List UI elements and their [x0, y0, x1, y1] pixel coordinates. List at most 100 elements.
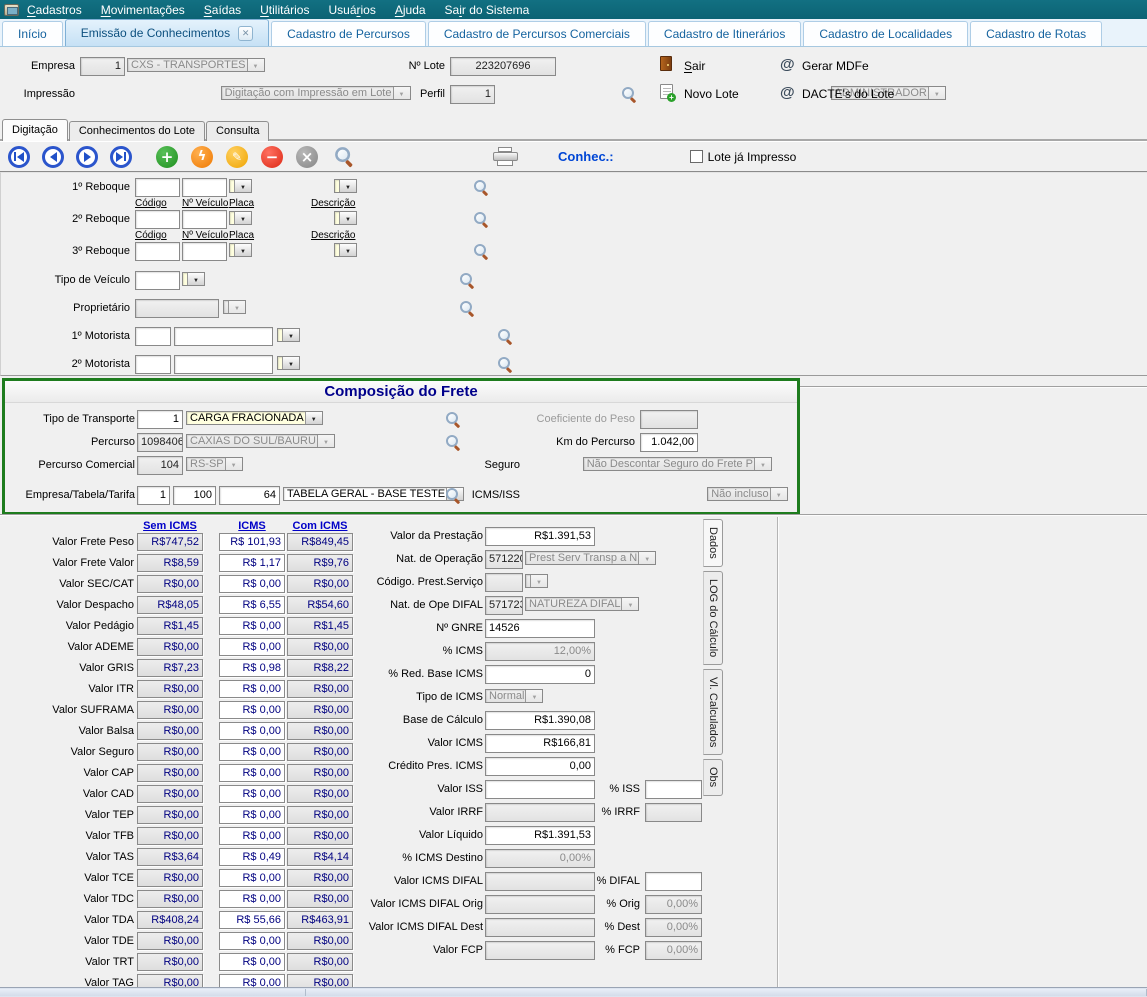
tab[interactable]: Cadastro de Rotas [970, 21, 1102, 46]
valor-icms[interactable]: R$ 0,00 [219, 890, 285, 908]
pct-value-field[interactable]: 0,00% [645, 918, 702, 937]
tabela-combo[interactable]: TABELA GERAL - BASE TESTE [283, 487, 464, 501]
valor-icms[interactable]: R$ 0,49 [219, 848, 285, 866]
menu-item[interactable]: Saídas [204, 3, 241, 17]
next-record-button[interactable] [76, 146, 98, 168]
tab[interactable]: Início [2, 21, 63, 46]
proprietario-code-input[interactable] [135, 299, 219, 318]
subtab[interactable]: Consulta [206, 121, 269, 141]
valor-icms[interactable]: R$ 101,93 [219, 533, 285, 551]
menu-item[interactable]: Movimentações [101, 3, 185, 17]
reboque-placa-combo[interactable] [229, 179, 252, 193]
valor-com-icms[interactable]: R$0,00 [287, 764, 353, 782]
menu-item[interactable]: Usuários [328, 3, 375, 17]
valor-sem-icms[interactable]: R$0,00 [137, 722, 203, 740]
menu-item[interactable]: Cadastros [27, 3, 82, 17]
valor-com-icms[interactable]: R$0,00 [287, 932, 353, 950]
valor-com-icms[interactable]: R$849,45 [287, 533, 353, 551]
pct-value-field[interactable] [645, 872, 702, 891]
tabela-search-icon[interactable] [445, 487, 462, 504]
valor-com-icms[interactable]: R$0,00 [287, 575, 353, 593]
reboque-veiculo-input[interactable] [182, 242, 227, 261]
percurso-code[interactable]: 10984068 [137, 433, 183, 452]
reboque-codigo-input[interactable] [135, 242, 180, 261]
motorista-combo[interactable] [277, 328, 300, 342]
valor-com-icms[interactable]: R$4,14 [287, 848, 353, 866]
printer-icon[interactable] [493, 147, 518, 167]
valor-com-icms[interactable]: R$0,00 [287, 680, 353, 698]
valor-icms[interactable]: R$ 0,00 [219, 743, 285, 761]
menu-item[interactable]: Ajuda [395, 3, 426, 17]
tipo-veiculo-search-icon[interactable] [459, 272, 476, 289]
valor-icms[interactable]: R$ 1,17 [219, 554, 285, 572]
valor-sem-icms[interactable]: R$8,59 [137, 554, 203, 572]
subtab[interactable]: Digitação [2, 119, 68, 141]
pct-value-field[interactable]: 0,00% [645, 895, 702, 914]
reboque-search-icon[interactable] [473, 179, 490, 196]
valor-icms[interactable]: R$ 0,00 [219, 932, 285, 950]
reboque-descricao-combo[interactable] [334, 179, 357, 193]
valor-icms[interactable]: R$ 0,00 [219, 827, 285, 845]
reboque-codigo-input[interactable] [135, 178, 180, 197]
delete-record-button[interactable]: − [261, 146, 283, 168]
valor-com-icms[interactable]: R$0,00 [287, 890, 353, 908]
valor-sem-icms[interactable]: R$0,00 [137, 785, 203, 803]
detail-value-field[interactable]: 0,00 [485, 757, 595, 776]
valor-icms[interactable]: R$ 0,00 [219, 785, 285, 803]
dacte-at-icon[interactable]: @ [780, 84, 795, 101]
empresa-combo[interactable]: CXS - TRANSPORTES [127, 58, 265, 72]
last-record-button[interactable] [110, 146, 132, 168]
detail-value-field[interactable]: NATUREZA DIFAL [525, 597, 639, 611]
reboque-search-icon[interactable] [473, 211, 490, 228]
valor-sem-icms[interactable]: R$3,64 [137, 848, 203, 866]
valor-com-icms[interactable]: R$1,45 [287, 617, 353, 635]
proprietario-combo[interactable] [223, 300, 246, 314]
motorista-doc-input[interactable] [174, 327, 273, 346]
detail-value-field[interactable]: 0,00% [485, 849, 595, 868]
pct-value-field[interactable] [645, 803, 702, 822]
motorista-code-input[interactable] [135, 327, 171, 346]
km-field[interactable]: 1.042,00 [640, 433, 698, 452]
tipo-transporte-combo[interactable]: CARGA FRACIONADA [186, 411, 323, 425]
reboque-descricao-combo[interactable] [334, 211, 357, 225]
valor-icms[interactable]: R$ 0,00 [219, 701, 285, 719]
valor-com-icms[interactable]: R$0,00 [287, 806, 353, 824]
coeficiente-field[interactable] [640, 410, 698, 429]
tipo-transporte-search-icon[interactable] [445, 411, 462, 428]
valor-com-icms[interactable]: R$0,00 [287, 785, 353, 803]
empresa-code-field[interactable]: 1 [80, 57, 125, 76]
side-tab[interactable]: Obs [703, 759, 723, 795]
perfil-search-icon[interactable] [621, 86, 638, 103]
detail-value-field[interactable]: 0 [485, 665, 595, 684]
valor-sem-icms[interactable]: R$48,05 [137, 596, 203, 614]
detail-value-field[interactable]: R$1.391,53 [485, 527, 595, 546]
icms-iss-combo[interactable]: Não incluso [707, 487, 787, 501]
reboque-search-icon[interactable] [473, 243, 490, 260]
valor-icms[interactable]: R$ 0,00 [219, 764, 285, 782]
exit-door-icon[interactable] [660, 56, 672, 71]
pct-value-field[interactable]: 0,00% [645, 941, 702, 960]
detail-code-field[interactable] [485, 573, 523, 592]
valor-sem-icms[interactable]: R$0,00 [137, 890, 203, 908]
motorista-search-icon[interactable] [497, 328, 514, 345]
valor-sem-icms[interactable]: R$0,00 [137, 680, 203, 698]
valor-sem-icms[interactable]: R$0,00 [137, 953, 203, 971]
valor-icms[interactable]: R$ 0,98 [219, 659, 285, 677]
proprietario-search-icon[interactable] [459, 300, 476, 317]
valor-sem-icms[interactable]: R$408,24 [137, 911, 203, 929]
valor-com-icms[interactable]: R$0,00 [287, 953, 353, 971]
lightning-button[interactable]: ϟ [191, 146, 213, 168]
percurso-comercial-combo[interactable]: RS-SP [186, 457, 243, 471]
valor-icms[interactable]: R$ 55,66 [219, 911, 285, 929]
valor-com-icms[interactable]: R$0,00 [287, 701, 353, 719]
tarifa-code[interactable]: 64 [219, 486, 280, 505]
valor-icms[interactable]: R$ 0,00 [219, 575, 285, 593]
percurso-combo[interactable]: CAXIAS DO SUL/BAURU [186, 434, 335, 448]
detail-value-field[interactable] [485, 895, 595, 914]
tab[interactable]: Cadastro de Percursos Comerciais [428, 21, 646, 46]
motorista-code-input[interactable] [135, 355, 171, 374]
dactes-button[interactable]: DACTE's do Lote [802, 87, 894, 101]
pct-value-field[interactable] [645, 780, 702, 799]
side-tab[interactable]: Vl. Calculados [703, 669, 723, 755]
perfil-code-field[interactable]: 1 [450, 85, 495, 104]
